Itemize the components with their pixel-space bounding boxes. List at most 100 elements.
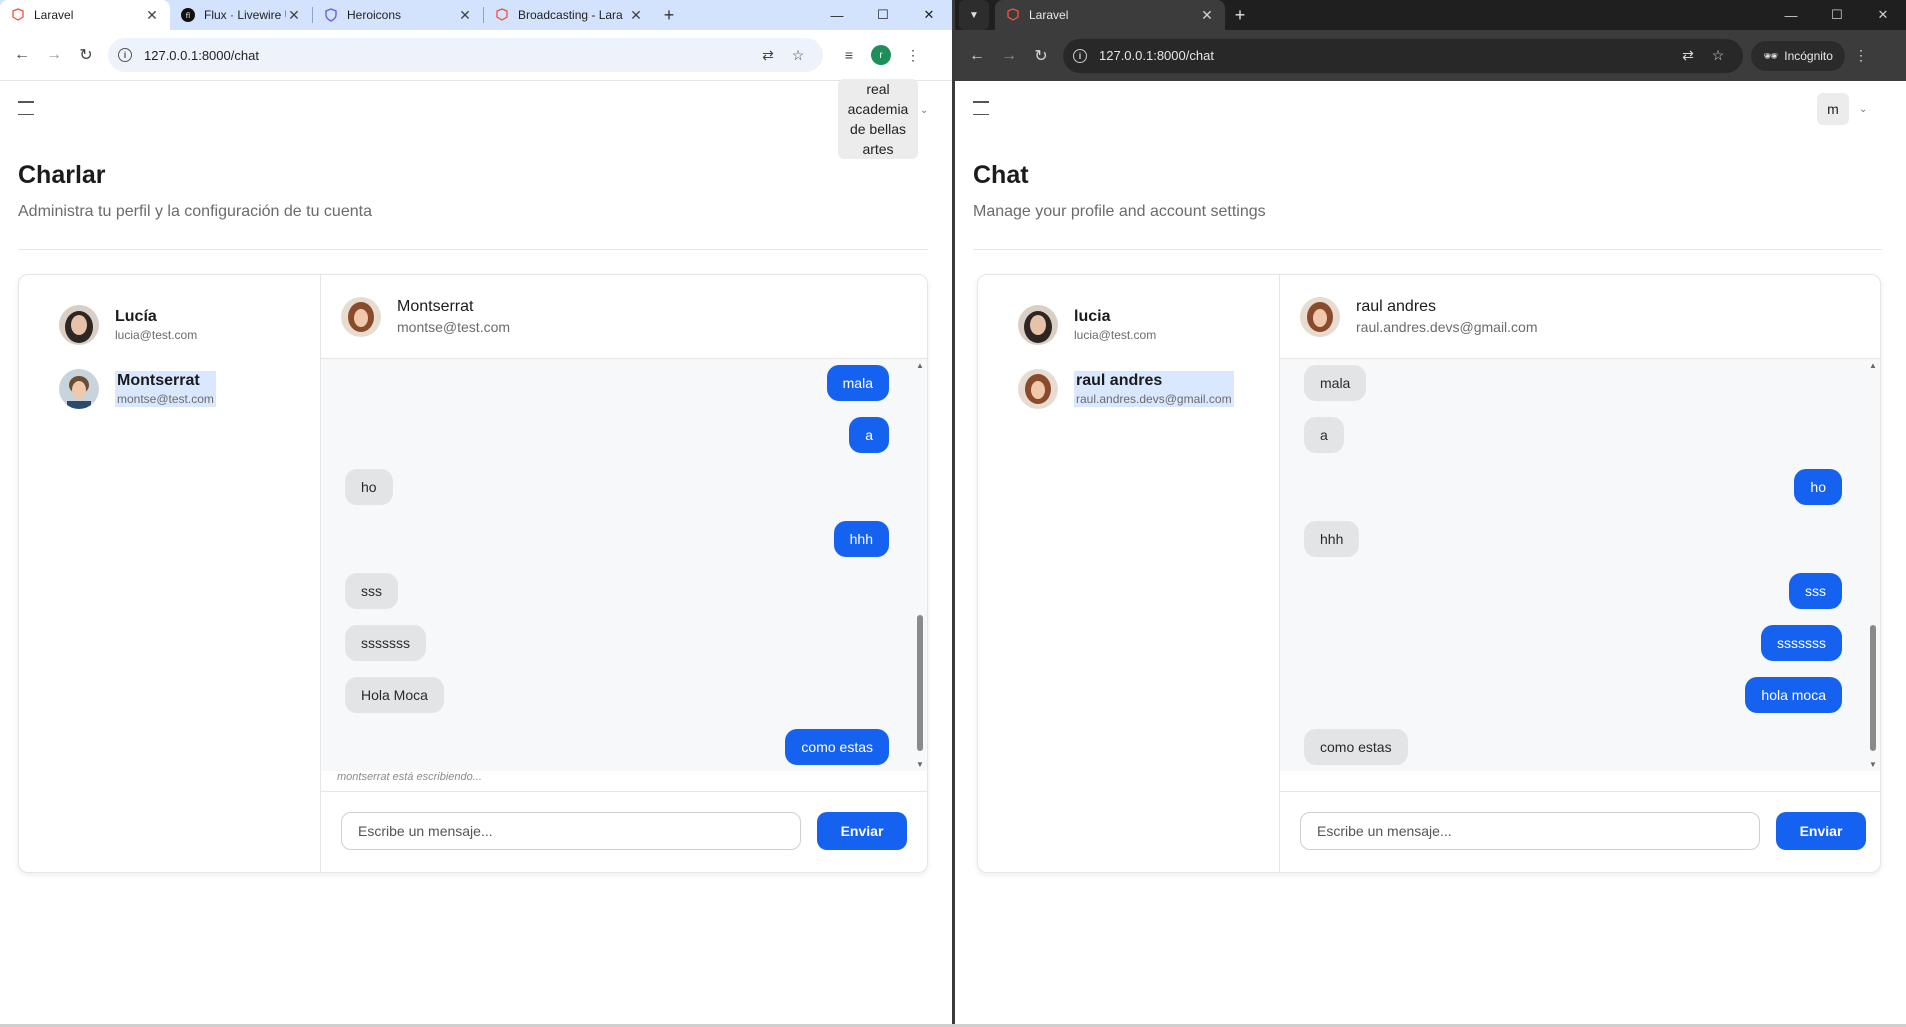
forward-icon[interactable]: → — [38, 39, 70, 71]
page-title: Chat — [973, 161, 1029, 189]
maximize-icon[interactable]: ☐ — [1814, 0, 1860, 30]
reload-icon[interactable]: ↻ — [70, 39, 102, 71]
scroll-down-arrow-icon[interactable]: ▼ — [1869, 760, 1877, 769]
tab-laravel[interactable]: Laravel ✕ — [995, 0, 1225, 30]
new-tab-button[interactable]: + — [654, 0, 684, 30]
site-info-icon[interactable]: i — [1073, 48, 1087, 63]
message-row: a — [1304, 417, 1842, 453]
chat-card: lucia lucia@test.com raul andres raul.an… — [977, 274, 1881, 873]
chat-card: Lucía lucia@test.com Montserrat montse@t… — [18, 274, 928, 873]
url-text[interactable]: 127.0.0.1:8000/chat — [144, 48, 753, 63]
kebab-menu-icon[interactable]: ⋮ — [1845, 40, 1877, 72]
tab-strip: Laravel ✕ fl Flux · Livewire UI kit ✕ He… — [0, 0, 952, 30]
scrollbar-thumb[interactable] — [1870, 625, 1876, 751]
translate-icon[interactable]: ⇄ — [1673, 47, 1703, 64]
desktop: Laravel ✕ fl Flux · Livewire UI kit ✕ He… — [0, 0, 1906, 1027]
user-menu[interactable]: real academia de bellas artes ⌄ — [838, 79, 928, 159]
translate-icon[interactable]: ⇄ — [753, 47, 783, 64]
avatar — [341, 296, 381, 337]
address-bar[interactable]: i 127.0.0.1:8000/chat ⇄ ☆ — [108, 38, 823, 72]
contact-item-lucia[interactable]: lucia lucia@test.com — [1018, 305, 1156, 345]
close-icon[interactable]: ✕ — [628, 7, 644, 24]
profile-button[interactable]: r — [865, 39, 897, 71]
divider — [18, 249, 928, 250]
maximize-icon[interactable]: ☐ — [860, 0, 906, 30]
send-button[interactable]: Enviar — [817, 812, 907, 850]
bookmark-star-icon[interactable]: ☆ — [1703, 47, 1733, 64]
message-bubble-outgoing: mala — [826, 365, 889, 401]
close-icon[interactable]: ✕ — [286, 7, 302, 24]
contact-item-raul-andres[interactable]: raul andres raul.andres.devs@gmail.com — [1018, 369, 1234, 409]
back-icon[interactable]: ← — [961, 40, 993, 72]
user-initial-avatar: m — [1817, 93, 1849, 125]
kebab-menu-icon[interactable]: ⋮ — [897, 39, 929, 71]
close-icon[interactable]: ✕ — [1199, 7, 1215, 24]
scroll-up-arrow-icon[interactable]: ▲ — [1869, 361, 1877, 370]
typing-indicator: montserrat está escribiendo... — [337, 771, 482, 783]
heroicons-shield-icon — [323, 7, 339, 23]
scrollbar-thumb[interactable] — [917, 615, 923, 751]
message-row: mala — [345, 365, 889, 401]
page-subtitle: Administra tu perfil y la configuración … — [18, 203, 372, 220]
conversation-panel: Montserrat montse@test.com mala a ho hhh… — [321, 275, 927, 872]
message-input[interactable] — [1300, 812, 1760, 850]
app-page: real academia de bellas artes ⌄ Charlar … — [0, 79, 952, 1024]
message-row: sssssss — [1304, 625, 1842, 661]
minimize-icon[interactable]: — — [1768, 0, 1814, 30]
back-icon[interactable]: ← — [6, 39, 38, 71]
tab-heroicons[interactable]: Heroicons ✕ — [313, 0, 483, 30]
message-bubble-incoming: a — [1304, 417, 1344, 453]
tab-broadcasting[interactable]: Broadcasting - Lara ✕ — [484, 0, 654, 30]
message-bubble-outgoing: hola moca — [1745, 677, 1842, 713]
close-icon[interactable]: ✕ — [144, 7, 160, 24]
browser-window-right: ▼ Laravel ✕ + — ☐ ✕ ← → ↻ i 127.0.0.1:80… — [955, 0, 1906, 1024]
new-tab-button[interactable]: + — [1225, 0, 1255, 30]
bookmark-star-icon[interactable]: ☆ — [783, 47, 813, 64]
conversation-email: montse@test.com — [397, 318, 511, 335]
close-icon[interactable]: ✕ — [457, 7, 473, 24]
scroll-down-arrow-icon[interactable]: ▼ — [916, 760, 924, 769]
tab-title: Flux · Livewire UI kit — [204, 8, 286, 22]
contact-item-lucia[interactable]: Lucía lucia@test.com — [59, 305, 197, 345]
reload-icon[interactable]: ↻ — [1025, 40, 1057, 72]
contact-email: lucia@test.com — [115, 328, 198, 342]
minimize-icon[interactable]: — — [814, 0, 860, 30]
hamburger-menu-icon[interactable] — [973, 101, 993, 115]
window-controls: — ☐ ✕ — [1768, 0, 1906, 30]
message-composer: Enviar — [1280, 791, 1880, 872]
message-bubble-outgoing: hhh — [833, 521, 889, 557]
message-row: hhh — [1304, 521, 1842, 557]
tab-laravel[interactable]: Laravel ✕ — [0, 0, 170, 30]
tab-flux[interactable]: fl Flux · Livewire UI kit ✕ — [170, 0, 312, 30]
hamburger-menu-icon[interactable] — [18, 101, 38, 115]
close-window-icon[interactable]: ✕ — [1860, 0, 1906, 30]
send-button[interactable]: Enviar — [1776, 812, 1866, 850]
browser-toolbar: ← → ↻ i 127.0.0.1:8000/chat ⇄ ☆ ≡ r ⋮ — [0, 30, 952, 81]
message-list[interactable]: mala a ho hhh sss sssssss hola moca como… — [1280, 359, 1880, 771]
address-bar[interactable]: i 127.0.0.1:8000/chat ⇄ ☆ — [1063, 38, 1743, 73]
contact-item-montserrat[interactable]: Montserrat montse@test.com — [59, 369, 216, 409]
flux-icon: fl — [180, 7, 196, 23]
tab-search-chevron-icon[interactable]: ▼ — [959, 0, 989, 30]
message-bubble-outgoing: ho — [1794, 469, 1842, 505]
incognito-indicator[interactable]: 🕶 Incógnito — [1751, 40, 1845, 71]
scroll-up-arrow-icon[interactable]: ▲ — [916, 361, 924, 370]
media-controls-icon[interactable]: ≡ — [833, 39, 865, 71]
forward-icon[interactable]: → — [993, 40, 1025, 72]
window-controls: — ☐ ✕ — [814, 0, 952, 30]
scrollbar[interactable]: ▲ ▼ — [913, 359, 927, 771]
scrollbar[interactable]: ▲ ▼ — [1866, 359, 1880, 771]
message-input[interactable] — [341, 812, 801, 850]
message-bubble-outgoing: sss — [1789, 573, 1842, 609]
url-text[interactable]: 127.0.0.1:8000/chat — [1099, 48, 1673, 63]
message-bubble-incoming: ho — [345, 469, 393, 505]
site-info-icon[interactable]: i — [118, 48, 132, 62]
close-window-icon[interactable]: ✕ — [906, 0, 952, 30]
message-list[interactable]: mala a ho hhh sss sssssss Hola Moca como… — [321, 359, 927, 771]
user-menu[interactable]: m ⌄ — [1817, 93, 1867, 125]
conversation-header: raul andres raul.andres.devs@gmail.com — [1280, 275, 1880, 359]
laravel-icon — [494, 7, 510, 23]
contact-list: lucia lucia@test.com raul andres raul.an… — [978, 275, 1280, 872]
laravel-icon — [10, 7, 26, 23]
message-row: a — [345, 417, 889, 453]
